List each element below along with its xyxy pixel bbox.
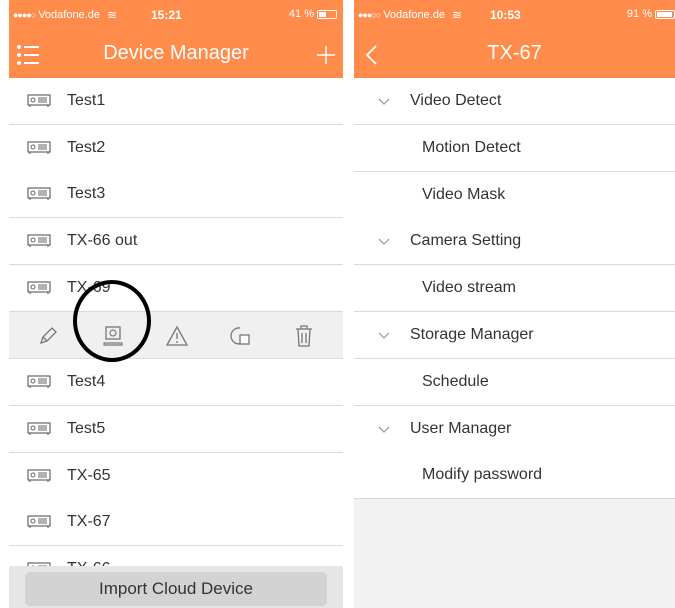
device-name: Test5: [67, 420, 106, 437]
trash-icon[interactable]: [290, 322, 318, 350]
share-icon[interactable]: [226, 322, 254, 350]
device-row[interactable]: TX-67: [9, 499, 343, 546]
signal-icon: ●●●●○: [13, 10, 36, 20]
menu-section-row[interactable]: Camera Setting: [354, 218, 675, 266]
carrier-name: Vodafone.de: [383, 9, 445, 21]
device-row[interactable]: TX-65: [9, 453, 343, 500]
battery-percent: 91 %: [626, 8, 652, 20]
battery-indicator: 91 %: [627, 8, 675, 20]
wifi-icon: ≋: [106, 8, 118, 22]
device-row[interactable]: TX-66 out: [9, 218, 343, 265]
dvr-device-icon: [27, 187, 51, 200]
device-name: TX-66 out: [67, 232, 138, 249]
menu-label: Schedule: [422, 372, 489, 390]
wifi-icon: ≋: [451, 8, 463, 22]
menu-label: Modify password: [422, 466, 543, 484]
header-bar: ●●●○○ Vodafone.de ≋ 10:53 91 % TX-67: [354, 0, 675, 78]
dvr-device-icon: [27, 469, 51, 482]
battery-percent: 41 %: [288, 8, 314, 20]
dvr-device-icon: [27, 281, 51, 294]
device-settings-screen: ●●●○○ Vodafone.de ≋ 10:53 91 % TX-67 Vid…: [354, 0, 675, 608]
device-row[interactable]: Test1: [9, 78, 343, 125]
device-name: Test1: [67, 92, 106, 109]
chevron-down-icon: [378, 332, 390, 339]
menu-label: Storage Manager: [410, 326, 534, 343]
menu-item-row[interactable]: Motion Detect: [354, 124, 675, 172]
menu-section-row[interactable]: User Manager: [354, 405, 675, 453]
dvr-device-icon: [27, 422, 51, 435]
bottom-bar: Import Cloud Device: [9, 566, 343, 608]
menu-item-row[interactable]: Video stream: [354, 265, 675, 313]
dvr-device-icon: [27, 375, 51, 388]
device-name: TX-67: [67, 513, 111, 530]
status-bar: ●●●○○ Vodafone.de ≋ 10:53 91 %: [354, 0, 675, 30]
header-bar: ●●●●○ Vodafone.de ≋ 15:21 41 % Device Ma…: [9, 0, 343, 78]
carrier-info: ●●●○○ Vodafone.de ≋: [358, 8, 462, 22]
menu-section-row[interactable]: Storage Manager: [354, 312, 675, 359]
carrier-name: Vodafone.de: [38, 9, 100, 21]
chevron-down-icon: [378, 426, 390, 433]
device-action-bar: [9, 312, 343, 359]
device-name: Test3: [67, 185, 106, 202]
menu-label: Video Detect: [410, 92, 502, 109]
dvr-device-icon: [27, 234, 51, 247]
device-name: TX-65: [67, 467, 111, 484]
device-name: Test4: [67, 373, 106, 390]
carrier-info: ●●●●○ Vodafone.de ≋: [13, 8, 117, 22]
page-title: TX-67: [487, 42, 542, 64]
add-device-icon[interactable]: [311, 40, 341, 70]
status-time: 15:21: [151, 8, 182, 22]
device-row[interactable]: Test3: [9, 171, 343, 218]
battery-icon: [655, 9, 675, 19]
dvr-device-icon: [27, 515, 51, 528]
dvr-device-icon: [27, 94, 51, 107]
menu-item-row[interactable]: Modify password: [354, 452, 675, 500]
status-bar: ●●●●○ Vodafone.de ≋ 15:21 41 %: [9, 0, 343, 30]
device-manager-screen: ●●●●○ Vodafone.de ≋ 15:21 41 % Device Ma…: [9, 0, 343, 608]
dvr-device-icon: [27, 141, 51, 154]
page-title: Device Manager: [103, 42, 249, 64]
device-row[interactable]: Test5: [9, 406, 343, 453]
status-time: 10:53: [490, 8, 521, 22]
menu-label: Video stream: [422, 279, 516, 297]
battery-icon: [317, 9, 337, 19]
device-row[interactable]: Test2: [9, 125, 343, 172]
menu-label: Video Mask: [422, 185, 506, 203]
device-name: Test2: [67, 139, 106, 156]
chevron-down-icon: [378, 238, 390, 246]
menu-item-row[interactable]: Video Mask: [354, 171, 675, 219]
import-cloud-device-button[interactable]: Import Cloud Device: [25, 572, 327, 606]
menu-label: User Manager: [410, 419, 512, 437]
chevron-down-icon: [378, 98, 390, 105]
warning-icon[interactable]: [163, 322, 191, 350]
battery-indicator: 41 %: [289, 8, 337, 20]
menu-label: Camera Setting: [410, 232, 522, 250]
pencil-icon[interactable]: [34, 322, 62, 350]
signal-icon: ●●●○○: [358, 10, 381, 20]
device-row[interactable]: TX-69: [9, 265, 343, 312]
menu-item-row[interactable]: Schedule: [354, 358, 675, 406]
highlight-circle: [73, 280, 151, 362]
menu-section-row[interactable]: Video Detect: [354, 78, 675, 125]
device-row[interactable]: Test4: [9, 359, 343, 406]
menu-label: Motion Detect: [422, 138, 521, 156]
